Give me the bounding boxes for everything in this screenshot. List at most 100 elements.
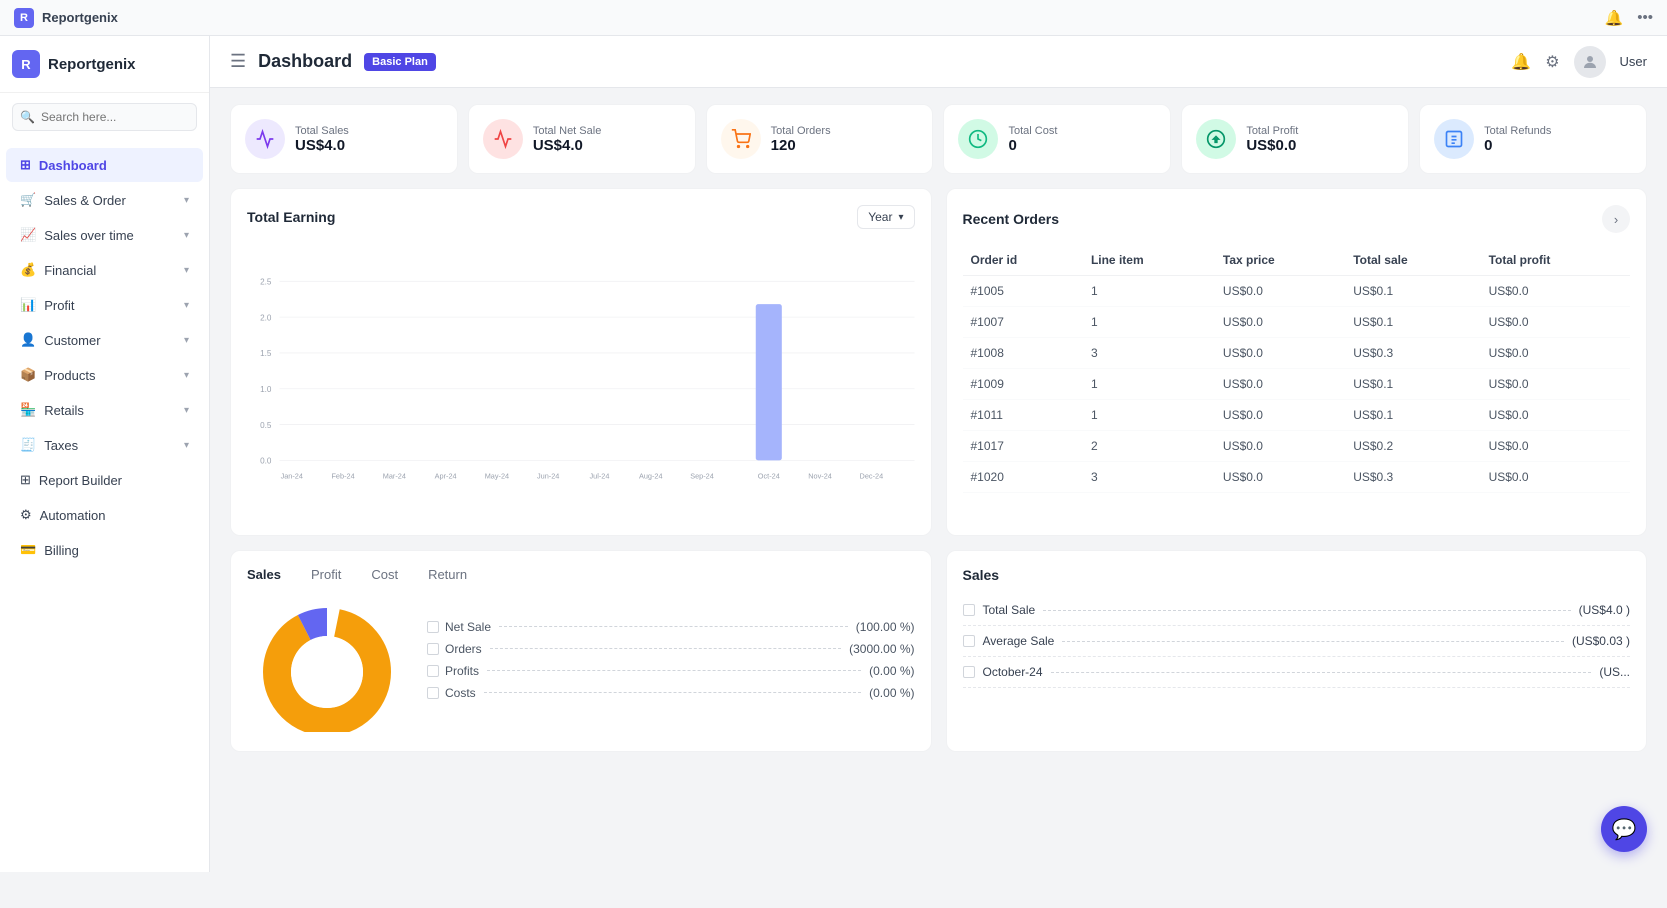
svg-text:May-24: May-24	[485, 471, 509, 480]
total-refunds-value: 0	[1484, 137, 1551, 154]
svg-text:2.0: 2.0	[260, 313, 272, 322]
taxes-icon: 🧾	[20, 437, 36, 453]
search-input[interactable]	[12, 103, 197, 131]
sales-item-value: (US$4.0 )	[1579, 603, 1630, 617]
user-name-label: User	[1620, 54, 1647, 69]
line-item-cell: 3	[1083, 338, 1215, 369]
chevron-down-icon-4: ▾	[184, 300, 189, 311]
sidebar-item-financial[interactable]: 💰 Financial ▾	[6, 253, 203, 287]
sidebar-taxes-label: Taxes	[44, 438, 78, 453]
sidebar-item-retails[interactable]: 🏪 Retails ▾	[6, 393, 203, 427]
order-id-cell: #1020	[963, 462, 1083, 493]
svg-text:0.5: 0.5	[260, 421, 272, 430]
legend-label: Profits	[445, 664, 479, 678]
sales-right-title: Sales	[963, 567, 1000, 583]
total-profit-value: US$0.0	[1246, 137, 1298, 154]
total-profit-cell: US$0.0	[1481, 307, 1630, 338]
legend-item: Orders (3000.00 %)	[427, 642, 915, 656]
total-net-sale-label: Total Net Sale	[533, 125, 601, 137]
tax-price-cell: US$0.0	[1215, 307, 1345, 338]
legend-checkbox[interactable]	[427, 665, 439, 677]
order-id-cell: #1011	[963, 400, 1083, 431]
period-select[interactable]: Year ▾	[857, 205, 914, 229]
stat-total-profit: Total Profit US$0.0	[1181, 104, 1409, 174]
svg-text:Jan-24: Jan-24	[281, 471, 303, 480]
period-label: Year	[868, 210, 892, 224]
chevron-down-icon-8: ▾	[184, 440, 189, 451]
legend-item: Net Sale (100.00 %)	[427, 620, 915, 634]
legend-checkbox[interactable]	[427, 643, 439, 655]
order-id-cell: #1009	[963, 369, 1083, 400]
topbar-gear-icon[interactable]: ⚙	[1545, 52, 1559, 72]
legend-label: Costs	[445, 686, 476, 700]
recent-orders-title: Recent Orders	[963, 211, 1059, 227]
sidebar-item-sales-order[interactable]: 🛒 Sales & Order ▾	[6, 183, 203, 217]
svg-text:Feb-24: Feb-24	[331, 471, 354, 480]
total-earning-title: Total Earning	[247, 209, 335, 225]
svg-text:Jul-24: Jul-24	[590, 471, 610, 480]
donut-chart	[247, 592, 407, 735]
legend-checkbox[interactable]	[427, 687, 439, 699]
window-logo-icon: R	[14, 8, 34, 28]
sidebar-report-builder-label: Report Builder	[39, 473, 122, 488]
topbar-bell-icon[interactable]: 🔔	[1511, 52, 1531, 72]
svg-text:2.5: 2.5	[260, 278, 272, 287]
svg-text:Aug-24: Aug-24	[639, 471, 663, 480]
chat-bubble[interactable]: 💬	[1601, 806, 1647, 852]
sales-order-icon: 🛒	[20, 192, 36, 208]
sidebar-item-automation[interactable]: ⚙ Automation	[6, 498, 203, 532]
sidebar-dashboard-label: Dashboard	[39, 158, 107, 173]
chevron-down-icon: ▾	[184, 195, 189, 206]
hamburger-button[interactable]: ☰	[230, 51, 246, 72]
sales-checkbox[interactable]	[963, 635, 975, 647]
sidebar-item-taxes[interactable]: 🧾 Taxes ▾	[6, 428, 203, 462]
earning-chart: 2.5 2.0 1.5 1.0 0.5 0.0 Jan-24 Feb-24 Ma…	[247, 239, 915, 519]
sidebar-item-sales-over-time[interactable]: 📈 Sales over time ▾	[6, 218, 203, 252]
tax-price-cell: US$0.0	[1215, 431, 1345, 462]
sidebar-customer-label: Customer	[44, 333, 100, 348]
sidebar-item-report-builder[interactable]: ⊞ Report Builder	[6, 463, 203, 497]
svg-text:Jun-24: Jun-24	[537, 471, 559, 480]
total-orders-icon	[721, 119, 761, 159]
sidebar-item-dashboard[interactable]: ⊞ Dashboard	[6, 148, 203, 182]
window-dots-icon[interactable]: •••	[1637, 9, 1653, 26]
sidebar-sales-order-label: Sales & Order	[44, 193, 126, 208]
sidebar-item-products[interactable]: 📦 Products ▾	[6, 358, 203, 392]
sidebar-item-profit[interactable]: 📊 Profit ▾	[6, 288, 203, 322]
total-cost-label: Total Cost	[1008, 125, 1057, 137]
window-bell-icon[interactable]: 🔔	[1605, 9, 1624, 27]
search-icon: 🔍	[20, 110, 35, 124]
report-builder-icon: ⊞	[20, 472, 31, 488]
total-profit-label: Total Profit	[1246, 125, 1298, 137]
sales-donut-card: Sales Profit Cost Return	[230, 550, 932, 752]
table-row: #1011 1 US$0.0 US$0.1 US$0.0	[963, 400, 1631, 431]
total-earning-card: Total Earning Year ▾ 2.5	[230, 188, 932, 536]
sales-legend-item: Total Sale (US$4.0 )	[963, 595, 1631, 626]
chevron-down-icon-6: ▾	[184, 370, 189, 381]
orders-nav-arrow[interactable]: ›	[1602, 205, 1630, 233]
col-total-sale: Total sale	[1345, 245, 1480, 276]
stat-total-refunds: Total Refunds 0	[1419, 104, 1647, 174]
financial-icon: 💰	[20, 262, 36, 278]
sidebar-item-customer[interactable]: 👤 Customer ▾	[6, 323, 203, 357]
legend-value: (0.00 %)	[869, 664, 914, 678]
svg-text:1.5: 1.5	[260, 349, 272, 358]
plan-badge: Basic Plan	[364, 53, 436, 71]
total-profit-cell: US$0.0	[1481, 338, 1630, 369]
tax-price-cell: US$0.0	[1215, 276, 1345, 307]
sidebar-sales-over-time-label: Sales over time	[44, 228, 134, 243]
sales-checkbox[interactable]	[963, 604, 975, 616]
sales-legend-item: October-24 (US...	[963, 657, 1631, 688]
order-id-cell: #1005	[963, 276, 1083, 307]
svg-text:Sep-24: Sep-24	[690, 471, 714, 480]
avatar	[1574, 46, 1606, 78]
sales-legend-item: Average Sale (US$0.03 )	[963, 626, 1631, 657]
total-sales-label: Total Sales	[295, 125, 349, 137]
sidebar-item-billing[interactable]: 💳 Billing	[6, 533, 203, 567]
stat-total-orders: Total Orders 120	[706, 104, 934, 174]
legend-checkbox[interactable]	[427, 621, 439, 633]
sales-checkbox[interactable]	[963, 666, 975, 678]
customer-icon: 👤	[20, 332, 36, 348]
donut-sales-label: Sales	[247, 567, 281, 582]
tax-price-cell: US$0.0	[1215, 462, 1345, 493]
